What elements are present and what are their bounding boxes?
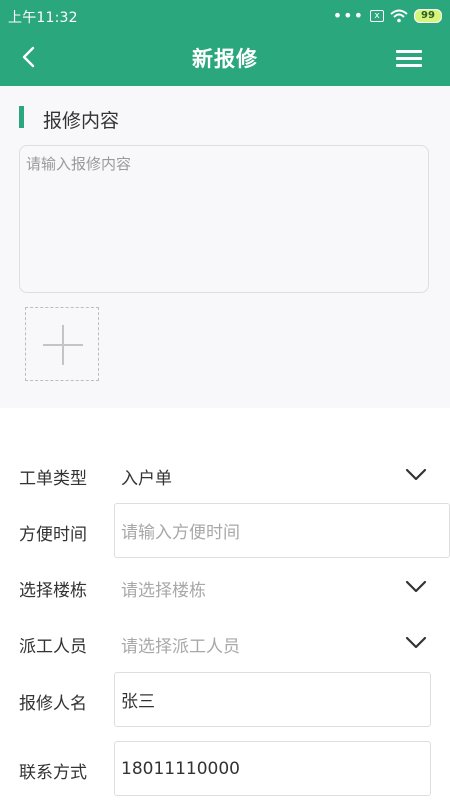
nav-bar: 新报修	[0, 32, 450, 86]
chevron-down-icon[interactable]	[405, 580, 427, 594]
repair-content-textarea[interactable]: 请输入报修内容	[19, 145, 429, 293]
convenient-time-input[interactable]: 请输入方便时间	[114, 503, 450, 558]
dispatcher-select[interactable]: 请选择派工人员	[121, 632, 240, 657]
chevron-down-icon[interactable]	[405, 468, 427, 482]
app-header: 上午11:32 ••• x 99 新报修	[0, 0, 450, 86]
menu-icon[interactable]	[396, 50, 422, 68]
more-dots-icon: •••	[332, 6, 364, 25]
convenient-time-label: 方便时间	[19, 525, 87, 545]
dispatcher-label: 派工人员	[19, 637, 87, 657]
section-accent-bar	[19, 106, 24, 128]
contact-label: 联系方式	[19, 763, 87, 783]
building-select[interactable]: 请选择楼栋	[121, 576, 206, 601]
battery-icon: 99	[414, 9, 442, 23]
plus-icon	[43, 325, 83, 365]
status-time: 上午11:32	[8, 10, 78, 26]
wifi-icon	[390, 9, 408, 23]
reporter-name-label: 报修人名	[19, 694, 87, 714]
status-icons: ••• x 99	[333, 6, 442, 26]
status-bar: 上午11:32 ••• x 99	[0, 0, 450, 32]
contact-input[interactable]: 18011110000	[114, 741, 431, 796]
section-title: 报修内容	[43, 110, 120, 132]
chevron-down-icon[interactable]	[405, 636, 427, 650]
work-order-type-label: 工单类型	[19, 469, 87, 489]
sim-icon: x	[370, 10, 384, 22]
reporter-name-input[interactable]: 张三	[114, 672, 431, 727]
building-label: 选择楼栋	[19, 581, 87, 601]
page-title: 新报修	[192, 47, 258, 71]
add-photo-button[interactable]	[25, 307, 99, 381]
work-order-type-value[interactable]: 入户单	[121, 464, 172, 489]
